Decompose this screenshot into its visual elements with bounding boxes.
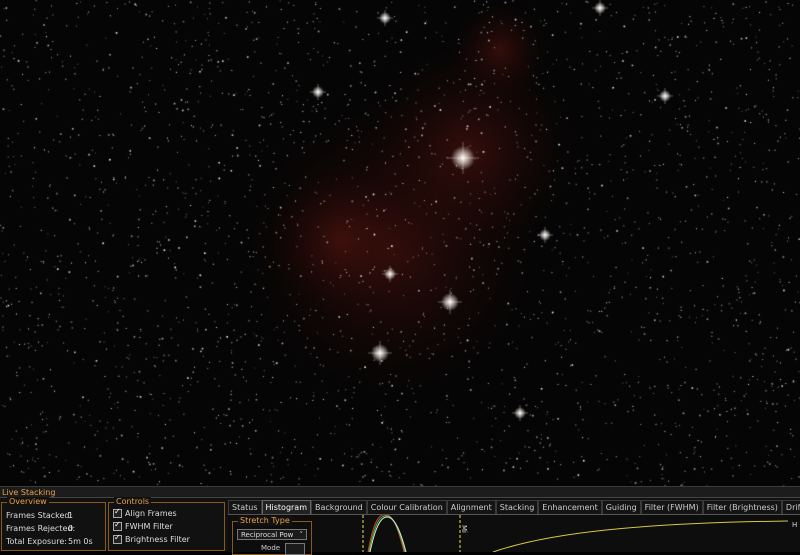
stretch-type-title: Stretch Type xyxy=(238,516,292,526)
tab-filter-brightness[interactable]: Filter (Brightness) xyxy=(702,500,782,514)
stretch-curve xyxy=(492,520,789,552)
frames-stacked-value: 1 xyxy=(68,511,74,520)
chevron-down-icon: ˅ xyxy=(299,531,304,539)
mode-stepper[interactable] xyxy=(285,543,305,555)
total-exposure-row: Total Exposure: 5m 0s xyxy=(6,537,93,546)
overview-group: Overview Frames Stacked: 1 Frames Reject… xyxy=(1,497,106,551)
overview-title: Overview xyxy=(7,497,49,507)
align-frames-checkbox[interactable]: Align Frames xyxy=(113,507,177,518)
histogram-plot[interactable]: Mi H xyxy=(318,515,800,552)
frames-stacked-label: Frames Stacked: xyxy=(6,511,73,520)
checkbox-icon[interactable] xyxy=(113,520,122,531)
brightness-filter-checkbox[interactable]: Brightness Filter xyxy=(113,533,190,544)
min-marker-label: Mi xyxy=(460,525,468,533)
frames-rejected-label: Frames Rejected: xyxy=(6,524,76,533)
total-exposure-value: 5m 0s xyxy=(68,537,93,546)
stretch-type-value: Reciprocal Pow xyxy=(241,531,294,539)
total-exposure-label: Total Exposure: xyxy=(6,537,67,546)
frames-stacked-row: Frames Stacked: 1 xyxy=(6,511,74,520)
live-stacking-panel: Live Stacking Overview Frames Stacked: 1… xyxy=(0,486,800,555)
histogram-tab-content: Stretch Type Reciprocal Pow ˅ Mode Mi H xyxy=(228,514,800,555)
tab-histogram[interactable]: Histogram xyxy=(261,500,311,514)
tab-alignment[interactable]: Alignment xyxy=(446,500,496,514)
tab-stacking[interactable]: Stacking xyxy=(495,500,539,514)
tab-colour-calibration[interactable]: Colour Calibration xyxy=(366,500,447,514)
frames-rejected-row: Frames Rejected: 0 xyxy=(6,524,75,533)
frames-rejected-value: 0 xyxy=(68,524,74,533)
tab-guiding[interactable]: Guiding xyxy=(601,500,641,514)
controls-title: Controls xyxy=(114,497,152,507)
checkbox-icon[interactable] xyxy=(113,533,122,544)
stacked-image-viewer[interactable] xyxy=(0,0,800,486)
tab-status[interactable]: Status xyxy=(228,500,262,514)
stretch-type-select[interactable]: Reciprocal Pow ˅ xyxy=(237,529,307,540)
tab-drift-graph[interactable]: Drift Graph xyxy=(781,500,800,514)
max-label: H xyxy=(792,521,797,529)
tab-bar: Status Histogram Background Colour Calibrat… xyxy=(228,500,800,514)
checkbox-icon[interactable] xyxy=(113,507,122,518)
mode-label: Mode xyxy=(261,544,281,552)
fwhm-filter-checkbox[interactable]: FWHM Filter xyxy=(113,520,173,531)
brightness-filter-label: Brightness Filter xyxy=(125,535,190,544)
align-frames-label: Align Frames xyxy=(125,509,177,518)
controls-group: Controls Align Frames FWHM Filter Bright… xyxy=(108,497,225,551)
tab-enhancement[interactable]: Enhancement xyxy=(538,500,602,514)
fwhm-filter-label: FWHM Filter xyxy=(125,522,173,531)
tab-filter-fwhm[interactable]: Filter (FWHM) xyxy=(640,500,703,514)
tab-background[interactable]: Background xyxy=(311,500,367,514)
